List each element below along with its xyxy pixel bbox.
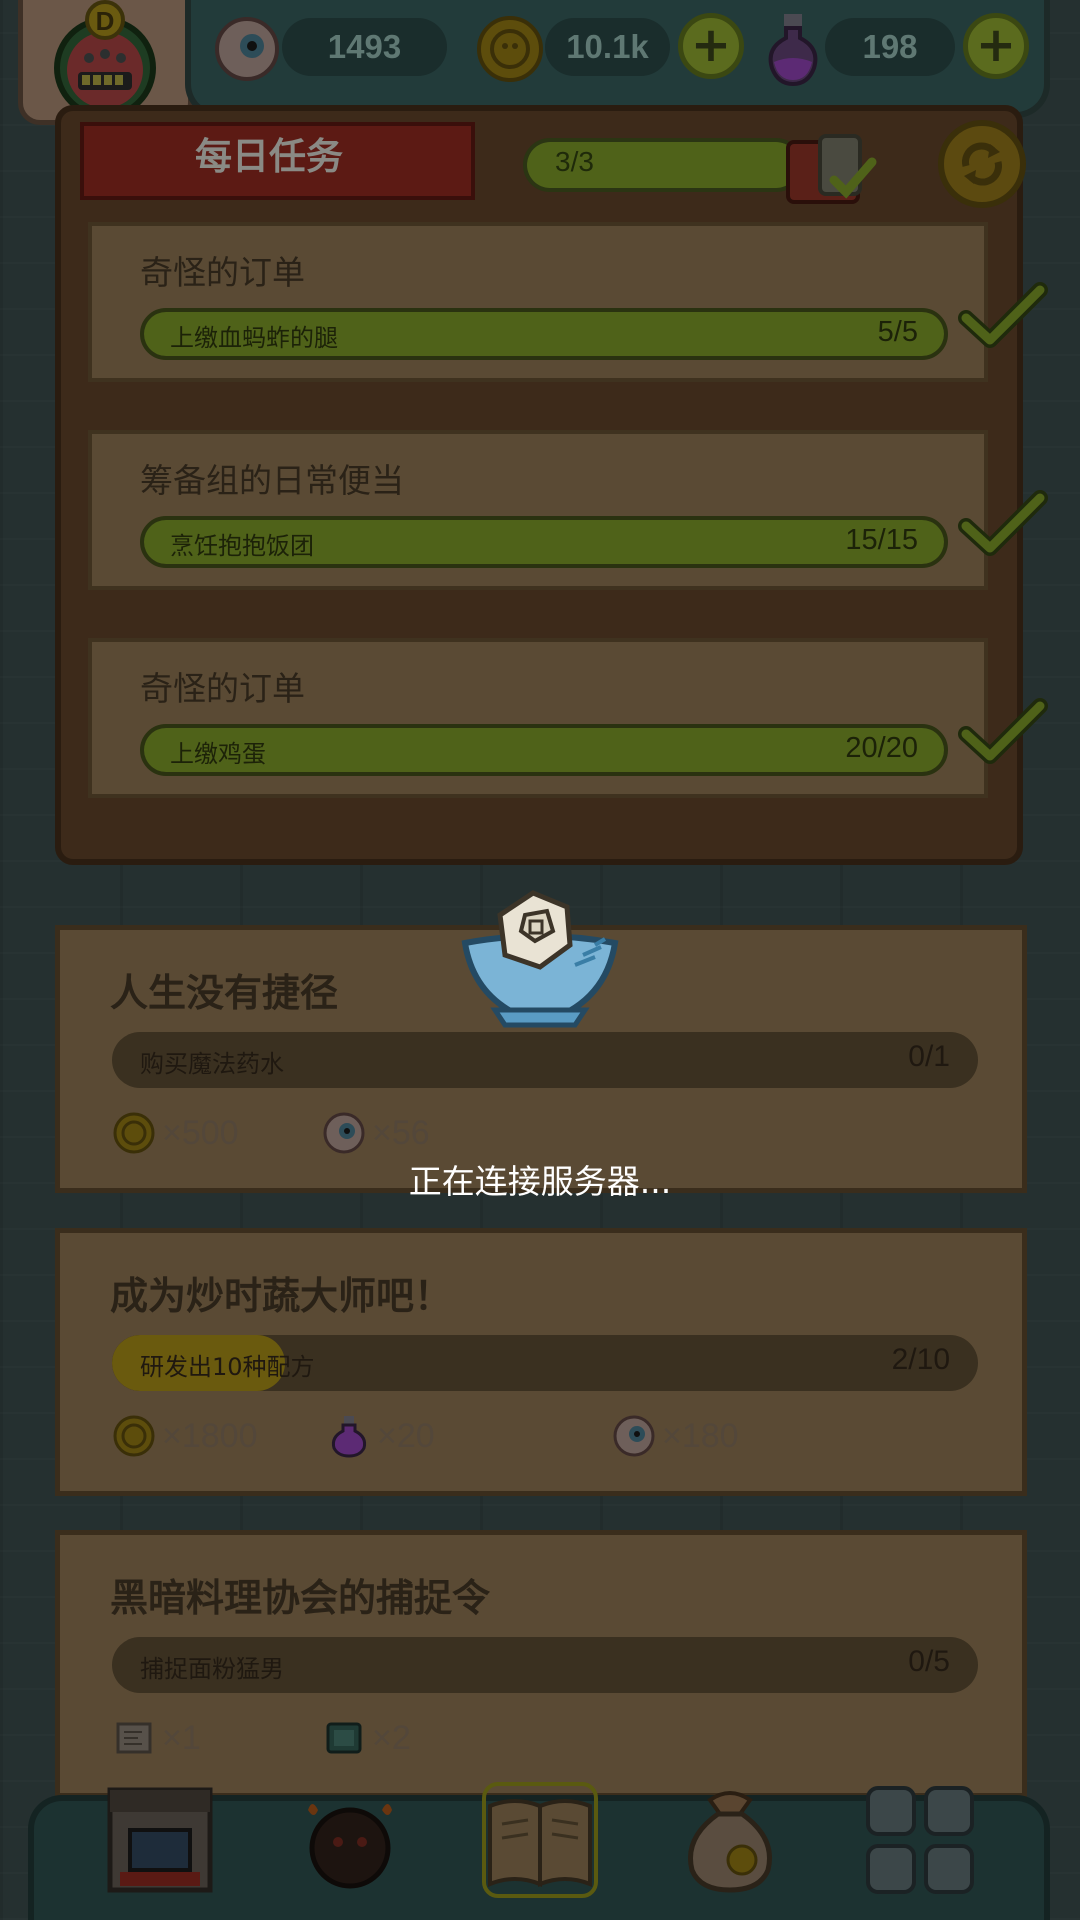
- daily-task-progress: 上缴血蚂蚱的腿 5/5: [140, 308, 948, 360]
- quest-task-count: 2/10: [891, 1343, 950, 1376]
- daily-task-count: 15/15: [845, 524, 918, 556]
- daily-progress-text: 3/3: [555, 146, 594, 177]
- grid-menu-icon[interactable]: [860, 1780, 980, 1900]
- treasure-chest-icon[interactable]: [780, 122, 880, 212]
- eyeball-icon: [323, 1112, 365, 1154]
- reward-item: ×20: [327, 1411, 435, 1461]
- reward-item: ×2: [322, 1713, 411, 1763]
- daily-task-title: 奇怪的订单: [140, 253, 305, 292]
- reward-amount: ×500: [162, 1113, 239, 1152]
- restaurant-icon[interactable]: [100, 1780, 220, 1900]
- eyeball-count: 1493: [282, 18, 447, 76]
- quest-progress-bar: 购买魔法药水 0/1: [112, 1032, 978, 1088]
- reward-item: ×1800: [112, 1411, 258, 1461]
- potion-icon: [768, 14, 818, 87]
- daily-task-progress: 上缴鸡蛋 20/20: [140, 724, 948, 776]
- daily-task-count: 20/20: [845, 732, 918, 764]
- daily-task-label: 烹饪抱抱饭团: [170, 532, 314, 560]
- reward-amount: ×56: [372, 1113, 430, 1152]
- daily-task-count: 5/5: [877, 316, 918, 348]
- reward-amount: ×1800: [162, 1416, 258, 1455]
- reward-item: ×1: [112, 1713, 201, 1763]
- quest-card[interactable]: 成为炒时蔬大师吧！ 研发出10种配方 2/10 ×1800 ×20 ×180: [55, 1228, 1027, 1496]
- monster-avatar-icon: D: [54, 0, 156, 119]
- daily-progress-bar: 3/3: [523, 138, 803, 192]
- quest-title: 黑暗料理协会的捕捉令: [110, 1576, 491, 1620]
- money-bag-icon[interactable]: [670, 1780, 790, 1900]
- loading-message: 正在连接服务器...: [408, 1162, 672, 1201]
- reward-amount: ×180: [662, 1416, 739, 1455]
- daily-task-card: 奇怪的订单 上缴鸡蛋 20/20: [88, 638, 988, 798]
- daily-task-title: 奇怪的订单: [140, 669, 305, 708]
- daily-task-card: 奇怪的订单 上缴血蚂蚱的腿 5/5: [88, 222, 988, 382]
- loading-dice-bowl-icon: [461, 890, 619, 1028]
- quest-title: 成为炒时蔬大师吧！: [110, 1274, 453, 1318]
- daily-task-progress: 烹饪抱抱饭团 15/15: [140, 516, 948, 568]
- monster-icon[interactable]: [290, 1780, 410, 1900]
- quest-task-count: 0/1: [908, 1040, 950, 1073]
- quest-book-icon[interactable]: [480, 1780, 600, 1900]
- gold-coin-icon: [113, 1415, 155, 1457]
- check-icon: [958, 698, 1048, 764]
- quest-title: 人生没有捷径: [110, 971, 339, 1015]
- refresh-icon: [962, 142, 1002, 186]
- gold-count: 10.1k: [545, 18, 670, 76]
- rank-letter: D: [96, 6, 115, 36]
- daily-task-card: 筹备组的日常便当 烹饪抱抱饭团 15/15: [88, 430, 988, 590]
- quest-task-label: 研发出10种配方: [140, 1353, 315, 1381]
- potion-icon: [331, 1416, 367, 1458]
- eyeball-icon: [215, 17, 279, 81]
- eyeball-icon: [613, 1415, 655, 1457]
- quest-card[interactable]: 黑暗料理协会的捕捉令 捕捉面粉猛男 0/5 ×1 ×2: [55, 1530, 1027, 1798]
- map-scroll-icon: [116, 1722, 152, 1754]
- daily-task-label: 上缴鸡蛋: [170, 740, 266, 768]
- reward-item: ×500: [112, 1108, 239, 1158]
- check-icon: [958, 490, 1048, 556]
- potion-count: 198: [825, 18, 955, 76]
- quest-task-label: 购买魔法药水: [140, 1050, 284, 1078]
- gold-coin-icon: [113, 1112, 155, 1154]
- reward-item: ×180: [612, 1411, 739, 1461]
- quest-progress-bar: 研发出10种配方 2/10: [112, 1335, 978, 1391]
- quest-task-count: 0/5: [908, 1645, 950, 1678]
- add-potion-button[interactable]: +: [963, 13, 1029, 79]
- reward-amount: ×20: [377, 1416, 435, 1455]
- reward-item: ×56: [322, 1108, 430, 1158]
- card-icon: [326, 1722, 362, 1754]
- daily-task-title: 筹备组的日常便当: [140, 461, 404, 500]
- add-gold-button[interactable]: +: [678, 13, 744, 79]
- quest-task-label: 捕捉面粉猛男: [140, 1655, 284, 1683]
- reward-amount: ×1: [162, 1718, 201, 1757]
- daily-task-label: 上缴血蚂蚱的腿: [170, 324, 338, 352]
- gold-coin-icon: [477, 16, 543, 82]
- refresh-button[interactable]: [938, 120, 1026, 208]
- check-icon: [958, 282, 1048, 348]
- quest-progress-bar: 捕捉面粉猛男 0/5: [112, 1637, 978, 1693]
- daily-title: 每日任务: [195, 135, 343, 178]
- reward-amount: ×2: [372, 1718, 411, 1757]
